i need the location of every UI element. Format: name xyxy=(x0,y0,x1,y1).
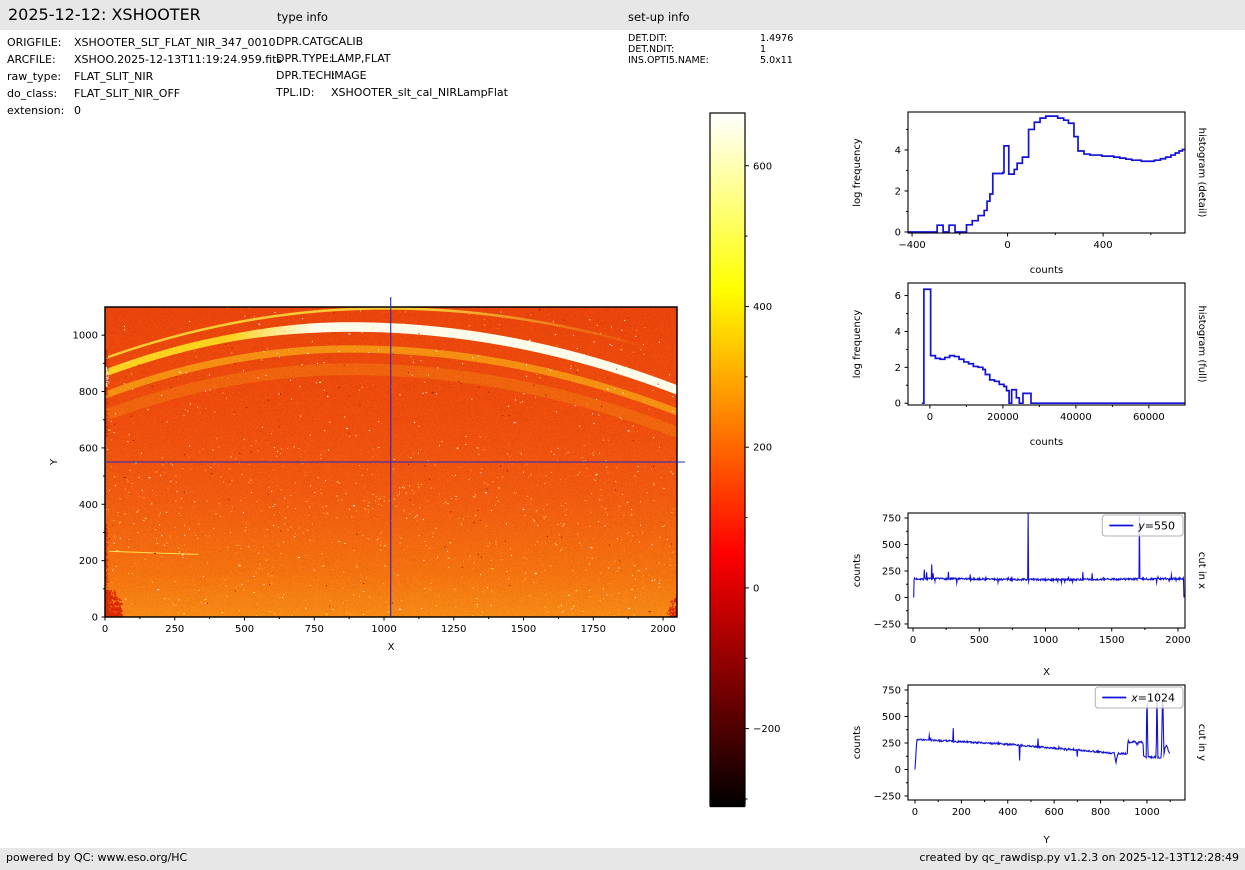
meta-value: 5.0x11 xyxy=(760,55,793,66)
qc-report-page: 2025-12-12: XSHOOTER type info set-up in… xyxy=(0,0,1245,870)
meta-value: FLAT_SLIT_NIR xyxy=(74,70,154,83)
histogram-full-plot xyxy=(845,264,1245,450)
header-bar: 2025-12-12: XSHOOTER type info set-up in… xyxy=(0,0,1245,30)
meta-value: 0 xyxy=(74,104,81,117)
meta-label: ORIGFILE: xyxy=(7,36,62,49)
footer-right-text: created by qc_rawdisp.py v1.2.3 on 2025-… xyxy=(919,851,1239,864)
detector-image-plot xyxy=(40,288,700,668)
meta-value: LAMP,FLAT xyxy=(331,52,391,65)
cut-in-y-plot xyxy=(845,666,1245,848)
meta-label: do_class: xyxy=(7,87,58,100)
meta-label: DET.DIT: xyxy=(628,33,668,44)
colorbar xyxy=(698,105,810,820)
meta-label: TPL.ID: xyxy=(276,86,315,99)
meta-value: XSHOOTER_slt_cal_NIRLampFlat xyxy=(331,86,508,99)
meta-label: extension: xyxy=(7,104,65,117)
meta-value: XSHOO.2025-12-13T11:19:24.959.fits xyxy=(74,53,283,66)
meta-label: ARCFILE: xyxy=(7,53,56,66)
meta-value: 1 xyxy=(760,44,767,55)
meta-label: raw_type: xyxy=(7,70,62,83)
footer-left-text: powered by QC: www.eso.org/HC xyxy=(6,851,188,864)
setup-info-heading: set-up info xyxy=(628,10,690,24)
meta-value: IMAGE xyxy=(331,69,367,82)
type-info-heading: type info xyxy=(277,10,328,24)
meta-label: DPR.TECH: xyxy=(276,69,336,82)
meta-label: DPR.CATG: xyxy=(276,35,336,48)
page-title: 2025-12-12: XSHOOTER xyxy=(8,5,201,24)
meta-label: DET.NDIT: xyxy=(628,44,675,55)
cut-in-x-plot xyxy=(845,494,1245,686)
meta-label: DPR.TYPE: xyxy=(276,52,333,65)
meta-value: XSHOOTER_SLT_FLAT_NIR_347_0010 xyxy=(74,36,276,49)
histogram-detail-plot xyxy=(845,93,1245,279)
meta-value: FLAT_SLIT_NIR_OFF xyxy=(74,87,181,100)
meta-label: INS.OPTI5.NAME: xyxy=(628,55,709,66)
meta-value: CALIB xyxy=(331,35,364,48)
meta-value: 1.4976 xyxy=(760,33,794,44)
